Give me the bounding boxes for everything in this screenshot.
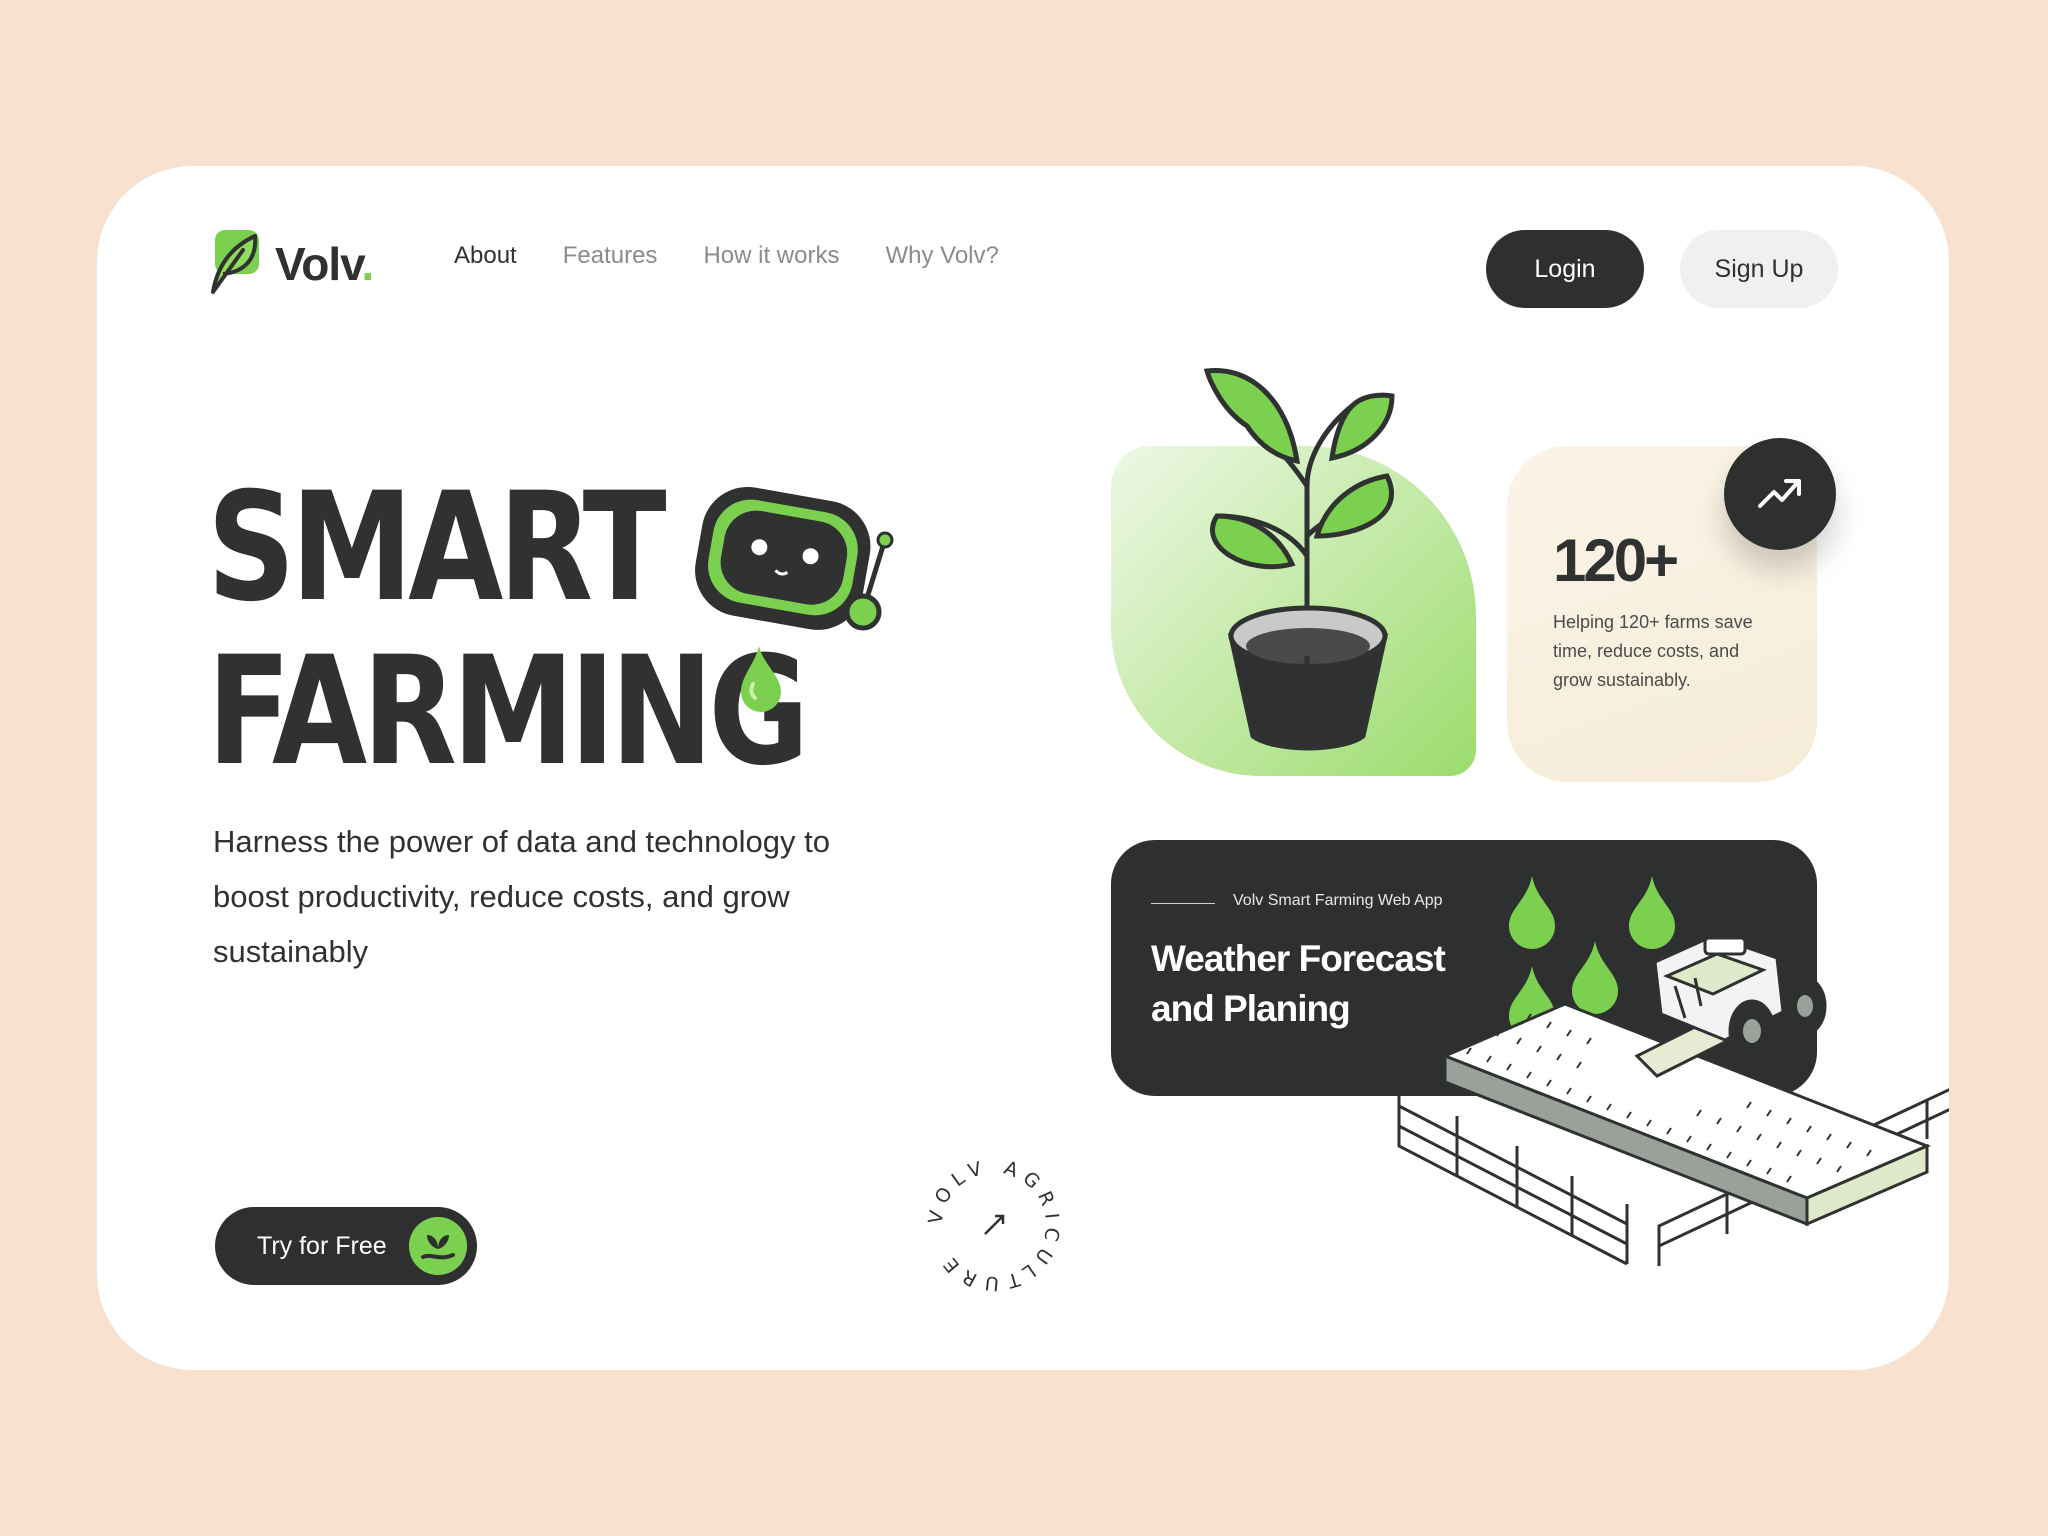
trend-button[interactable]: [1724, 438, 1836, 550]
main-card: Volv. About Features How it works Why Vo…: [97, 166, 1949, 1370]
try-for-free-label: Try for Free: [257, 1231, 387, 1260]
stat-description: Helping 120+ farms save time, reduce cos…: [1553, 612, 1753, 690]
trend-up-icon: [1758, 479, 1801, 508]
try-for-free-button[interactable]: Try for Free: [215, 1207, 477, 1285]
tractor-icon: [1634, 934, 1827, 1078]
tractor-field-illustration: [1397, 876, 1949, 1266]
nav-features[interactable]: Features: [563, 242, 658, 270]
login-button[interactable]: Login: [1486, 230, 1644, 308]
nav-about[interactable]: About: [454, 242, 517, 270]
nav-how-it-works[interactable]: How it works: [703, 242, 839, 270]
signup-button[interactable]: Sign Up: [1680, 230, 1838, 308]
leaf-logo-icon: [211, 230, 259, 294]
brand-logo[interactable]: Volv.: [207, 228, 374, 300]
nav-why-volv[interactable]: Why Volv?: [885, 242, 998, 270]
agriculture-badge: VOLV AGRICULTURE: [924, 1156, 1056, 1295]
plant-pot-icon: [1203, 367, 1395, 751]
brand-name: Volv.: [275, 238, 374, 290]
robot-icon: [695, 486, 894, 631]
water-drop-icon: [741, 646, 781, 712]
weather-tag-line: [1151, 903, 1215, 904]
stat-value: 120+: [1553, 527, 1679, 594]
plant-hand-icon: [409, 1217, 467, 1275]
hero-subtitle: Harness the power of data and technology…: [213, 824, 830, 969]
arrow-icon: [984, 1214, 1005, 1235]
main-nav: About Features How it works Why Volv?: [454, 242, 1045, 270]
